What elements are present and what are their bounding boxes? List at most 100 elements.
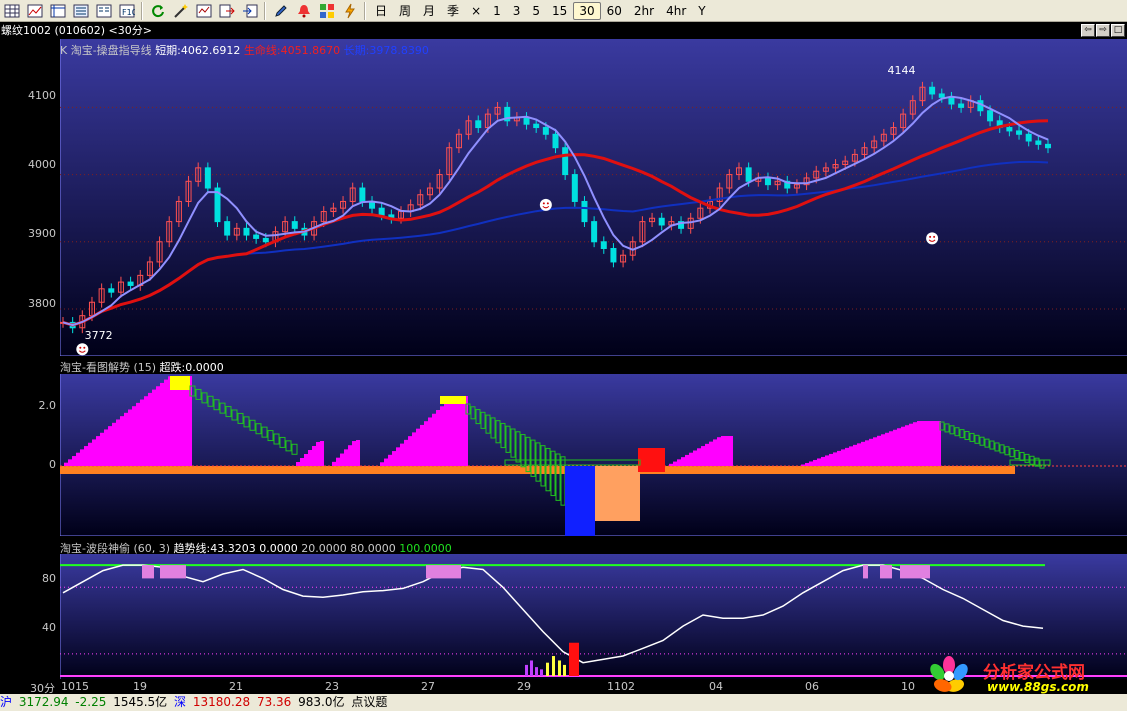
trend-bar — [677, 459, 681, 466]
panel3-name: 淘宝-波段神偷 (60, 3) — [60, 542, 171, 555]
trend-bar — [344, 449, 348, 466]
sz-label: 深 — [174, 695, 187, 709]
columns-icon[interactable] — [94, 2, 113, 20]
candle-body — [291, 221, 298, 229]
signal-bar — [563, 664, 566, 676]
candle-body — [987, 110, 994, 122]
trend-bar — [380, 462, 384, 466]
grid-icon[interactable] — [2, 2, 21, 20]
trend-bar — [88, 442, 92, 466]
trend-bar — [156, 386, 160, 466]
candle-body — [1016, 130, 1023, 135]
trend-bar — [709, 441, 713, 466]
trend-bar — [801, 464, 805, 466]
toolbar-separator — [364, 1, 366, 20]
news-ticker[interactable]: 点议题 — [351, 695, 387, 709]
trend-bar — [841, 449, 845, 466]
chart-title: 螺纹1002 (010602) <30分> — [0, 23, 1127, 39]
period-12[interactable]: 4hr — [660, 2, 692, 20]
chart-area[interactable]: 4144 3772 K 淘宝-操盘指导线 短期:4062.6912 生命线:405… — [59, 39, 1127, 679]
line-chart-icon[interactable] — [25, 2, 44, 20]
candle-body — [108, 288, 115, 293]
scroll-left-icon[interactable]: ⇦ — [1081, 24, 1095, 37]
life-label: 生命线: — [243, 44, 281, 57]
x-tick: 29 — [517, 680, 531, 693]
signal-bar — [525, 664, 528, 676]
trend-bar — [152, 389, 156, 466]
trend-bar — [300, 458, 304, 466]
trend-bar — [108, 426, 112, 466]
trend-bar — [68, 459, 72, 466]
export-icon[interactable] — [217, 2, 236, 20]
smiley-icon — [539, 198, 552, 211]
x-tick: 27 — [421, 680, 435, 693]
trend-bar — [160, 382, 164, 466]
trend-bar — [116, 419, 120, 466]
blocks-icon[interactable] — [317, 2, 336, 20]
sz-amount: 983.0亿 — [298, 695, 345, 709]
overbought-bar — [142, 565, 154, 579]
period-2[interactable]: 月 — [417, 2, 441, 20]
svg-text:F10: F10 — [122, 8, 135, 17]
trend-bar — [893, 429, 897, 466]
trend-label: 趋势线: — [173, 542, 211, 555]
period-10[interactable]: 60 — [601, 2, 628, 20]
candle-body — [600, 241, 607, 249]
trend-bar — [408, 436, 412, 466]
period-4[interactable]: × — [465, 2, 487, 20]
period-0[interactable]: 日 — [369, 2, 393, 20]
trend-bar — [308, 450, 312, 466]
table-icon[interactable] — [48, 2, 67, 20]
period-1[interactable]: 周 — [393, 2, 417, 20]
maximize-icon[interactable]: □ — [1111, 24, 1125, 37]
trend-bar — [933, 421, 937, 466]
formula-icon[interactable] — [194, 2, 213, 20]
scroll-right-icon[interactable]: ⇨ — [1096, 24, 1110, 37]
import-icon[interactable] — [240, 2, 259, 20]
period-8[interactable]: 15 — [546, 2, 573, 20]
period-11[interactable]: 2hr — [628, 2, 660, 20]
f10-icon[interactable]: F10 — [117, 2, 136, 20]
trend-bar — [336, 457, 340, 466]
candle-body — [552, 133, 559, 149]
candle-body — [542, 127, 549, 135]
trend-bar — [845, 447, 849, 466]
period-6[interactable]: 3 — [507, 2, 527, 20]
trend-bar — [865, 440, 869, 466]
trend-bar — [729, 436, 733, 466]
buy-signal-bar — [569, 642, 579, 676]
candle-body — [658, 217, 665, 226]
wand-icon[interactable] — [171, 2, 190, 20]
panel1-legend: K 淘宝-操盘指导线 短期:4062.6912 生命线:4051.8670 长期… — [60, 42, 429, 58]
overbought-bar — [426, 565, 461, 579]
overbought-bar — [863, 565, 868, 579]
trend-bar — [456, 396, 460, 466]
y-tick: 80 — [42, 572, 56, 585]
nav-buttons: ⇦ ⇨ □ — [1081, 24, 1125, 37]
period-13[interactable]: Y — [692, 2, 711, 20]
trend-bar — [304, 454, 308, 466]
trend-bar — [384, 458, 388, 466]
trend-bar — [901, 426, 905, 466]
refresh-icon[interactable] — [148, 2, 167, 20]
x-tick: 1015 — [61, 680, 89, 693]
list-icon[interactable] — [71, 2, 90, 20]
candle-body — [948, 96, 955, 105]
period-7[interactable]: 5 — [526, 2, 546, 20]
pen-icon[interactable] — [271, 2, 290, 20]
sz-index: 13180.28 — [192, 695, 251, 709]
trend-bar — [96, 436, 100, 466]
period-3[interactable]: 季 — [441, 2, 465, 20]
alarm-icon[interactable] — [294, 2, 313, 20]
period-5[interactable]: 1 — [487, 2, 507, 20]
period-9[interactable]: 30 — [573, 1, 601, 20]
lightning-icon[interactable] — [340, 2, 359, 20]
x-tick: 06 — [805, 680, 819, 693]
smiley-face — [76, 343, 89, 356]
low-marker: 3772 — [85, 329, 113, 342]
candle-body — [591, 221, 598, 243]
overbought-bar — [880, 565, 892, 579]
trend-bar — [404, 439, 408, 466]
long-label: 长期: — [343, 44, 370, 57]
trend-bar — [669, 463, 673, 466]
